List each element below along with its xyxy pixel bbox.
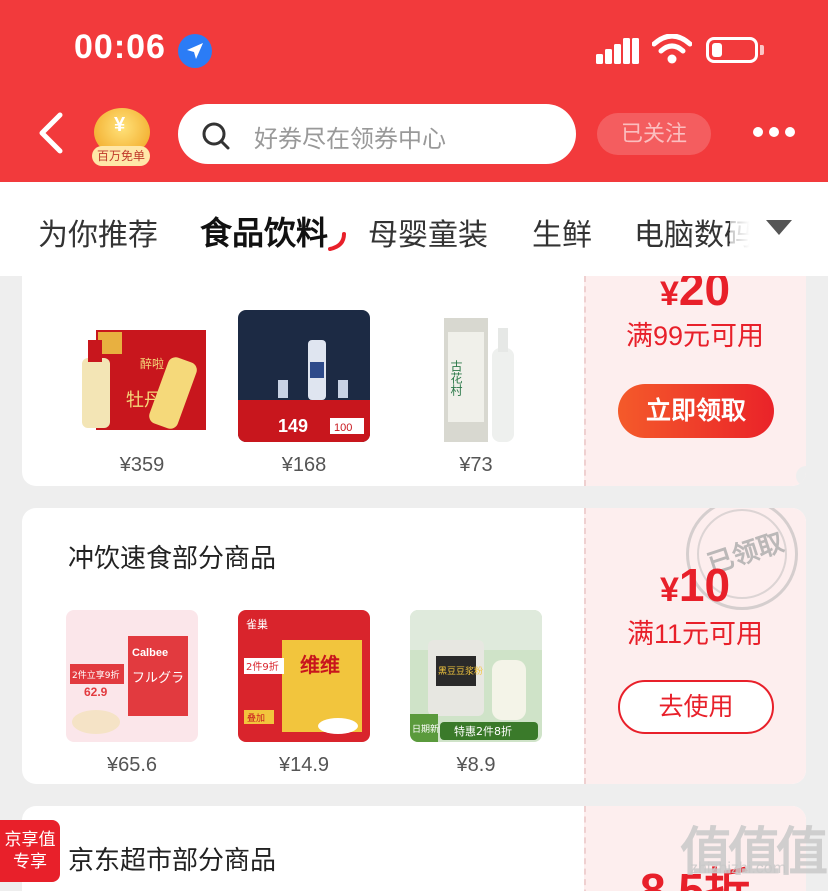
coupon-scope-title: 冲饮速食部分商品: [68, 543, 277, 573]
product-image[interactable]: 古花村: [410, 310, 542, 442]
coupon-card: 醉啦 牡丹 ¥359 149 100 ¥168 古花村 ¥73 ¥20 满99元…: [22, 276, 806, 486]
search-icon: [202, 122, 230, 150]
product-label: 牡丹: [126, 390, 162, 411]
product-image[interactable]: 醉啦 牡丹: [76, 310, 208, 442]
tab-baby-kids[interactable]: 母婴童装: [368, 210, 488, 254]
tab-fresh[interactable]: 生鲜: [532, 210, 592, 254]
battery-tip: [760, 45, 764, 55]
product-label: フルグラ: [132, 671, 184, 686]
product-price: ¥14.9: [278, 754, 330, 776]
search-input[interactable]: 好券尽在领券中心: [178, 104, 576, 164]
product-label: 醉啦: [140, 356, 164, 371]
product-label: 叠加: [247, 713, 265, 724]
cellular-signal-icon: [596, 38, 639, 64]
coupon-amount: ¥20: [659, 276, 731, 315]
product-label: 雀巢: [246, 618, 268, 631]
product-label: 维维: [300, 653, 340, 677]
product-label: Calbee: [132, 647, 168, 659]
more-dots-icon[interactable]: [752, 125, 796, 139]
free-order-badge-label: 百万免单: [92, 146, 150, 166]
product-price: ¥73: [459, 454, 493, 476]
battery-icon: [706, 37, 758, 63]
coupon-scope-title: 京东超市部分商品: [68, 845, 277, 875]
product-label: 2件立享9折: [72, 669, 119, 681]
product-image[interactable]: Calbee フルグラ 2件立享9折 62.9: [66, 610, 198, 742]
coupon-condition: 满11元可用: [626, 619, 764, 649]
expand-tabs-button[interactable]: [730, 182, 828, 276]
product-image[interactable]: 雀巢 维维 2件9折 叠加: [238, 610, 370, 742]
product-image[interactable]: 149 100: [238, 310, 370, 442]
category-tabs: 为你推荐 食品饮料 母婴童装 生鲜 电脑数码: [0, 182, 828, 276]
product-label: 黑豆豆浆粉: [438, 665, 483, 677]
use-coupon-button[interactable]: 去使用: [618, 680, 774, 734]
product-label: 149: [278, 416, 308, 436]
back-arrow-icon[interactable]: [36, 112, 66, 154]
chevron-down-icon: [766, 220, 792, 235]
product-price: ¥359: [119, 454, 165, 476]
product-label: 100: [334, 422, 352, 434]
product-label: 古花村: [449, 359, 463, 396]
member-exclusive-tag: 京享值 专享: [0, 820, 60, 882]
product-label: 2件9折: [246, 660, 279, 673]
product-price: ¥65.6: [106, 754, 158, 776]
product-label: 特惠2件8折: [454, 724, 512, 738]
product-image[interactable]: 黑豆豆浆粉 日期新鲜 特惠2件8折: [410, 610, 542, 742]
coupon-card: 冲饮速食部分商品 Calbee フルグラ 2件立享9折 62.9 ¥65.6 雀…: [22, 508, 806, 784]
search-placeholder: 好券尽在领券中心: [254, 126, 446, 153]
claim-coupon-button[interactable]: 立即领取: [618, 384, 774, 438]
wifi-icon: [652, 34, 692, 64]
coupon-amount: ¥10: [659, 559, 731, 611]
status-time: 00:06: [74, 28, 166, 66]
tab-recommended[interactable]: 为你推荐: [38, 210, 158, 254]
watermark-url: zhizhizhi.com: [690, 860, 787, 877]
location-arrow-icon: [178, 34, 212, 68]
product-label: 62.9: [84, 685, 108, 699]
tab-food-drinks[interactable]: 食品饮料: [200, 208, 328, 254]
product-price: ¥8.9: [456, 754, 496, 776]
product-price: ¥168: [281, 454, 327, 476]
coupon-condition: 满99元可用: [625, 321, 765, 351]
active-tab-indicator: [328, 232, 346, 251]
follow-button[interactable]: 已关注: [597, 113, 711, 155]
